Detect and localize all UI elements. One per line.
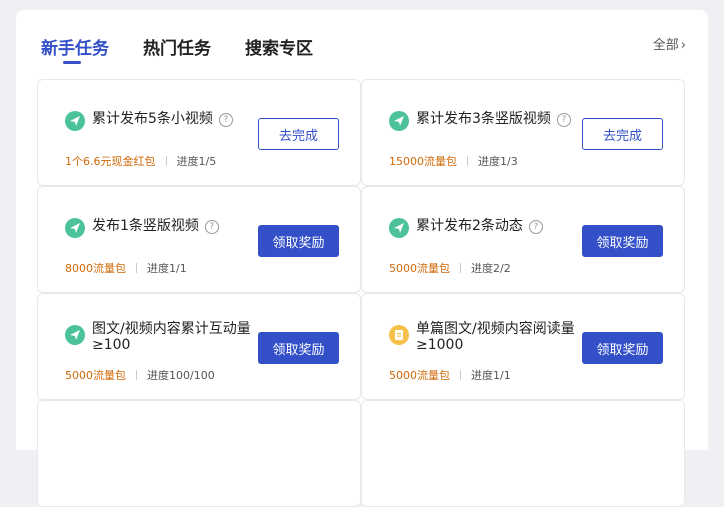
task-card: 累计发布5条小视频? 1个6.6元现金红包 进度1/5 去完成 xyxy=(37,79,361,186)
paper-plane-icon xyxy=(389,111,409,131)
task-progress: 进度1/5 xyxy=(176,155,217,168)
task-progress: 进度1/1 xyxy=(147,262,187,275)
task-panel: 新手任务 热门任务 搜索专区 全部 › 累计发布5条小视频? 1个6.6元现金红包… xyxy=(16,10,708,507)
task-card: 累计发布3条竖版视频? 15000流量包 进度1/3 去完成 xyxy=(361,79,685,186)
task-title: 累计发布5条小视频? xyxy=(92,111,262,127)
task-card: 图文/视频内容累计互动量≥100 5000流量包 进度100/100 领取奖励 xyxy=(37,293,361,400)
view-all-label: 全部 xyxy=(652,38,679,53)
task-meta: 1个6.6元现金红包 进度1/5 xyxy=(65,153,216,169)
task-card xyxy=(37,400,361,507)
claim-reward-button[interactable]: 领取奖励 xyxy=(582,332,663,364)
paper-plane-icon xyxy=(389,218,409,238)
tab-search-zone[interactable]: 搜索专区 xyxy=(245,34,313,59)
claim-reward-button[interactable]: 领取奖励 xyxy=(258,332,339,364)
task-progress: 进度2/2 xyxy=(471,262,511,275)
question-circle-icon[interactable]: ? xyxy=(556,113,571,127)
task-meta: 5000流量包 进度1/1 xyxy=(389,367,511,383)
task-reward: 5000流量包 xyxy=(389,369,450,382)
task-reward: 5000流量包 xyxy=(389,262,450,275)
task-reward: 8000流量包 xyxy=(65,262,126,275)
task-progress: 进度1/1 xyxy=(471,369,511,382)
go-complete-button[interactable]: 去完成 xyxy=(582,118,663,150)
paper-plane-icon xyxy=(65,218,85,238)
paper-plane-icon xyxy=(65,325,85,345)
task-card: 累计发布2条动态? 5000流量包 进度2/2 领取奖励 xyxy=(361,186,685,293)
task-progress: 进度100/100 xyxy=(147,369,215,382)
tab-newbie-tasks[interactable]: 新手任务 xyxy=(41,34,109,59)
task-title: 发布1条竖版视频? xyxy=(92,218,262,234)
claim-reward-button[interactable]: 领取奖励 xyxy=(258,225,339,257)
view-all-link[interactable]: 全部 › xyxy=(653,34,686,53)
task-progress: 进度1/3 xyxy=(478,155,518,168)
question-circle-icon[interactable]: ? xyxy=(218,113,233,127)
active-tab-indicator xyxy=(63,61,81,64)
task-reward: 1个6.6元现金红包 xyxy=(65,155,156,168)
divider xyxy=(467,156,468,166)
task-meta: 15000流量包 进度1/3 xyxy=(389,153,518,169)
paper-plane-icon xyxy=(65,111,85,131)
task-card: 单篇图文/视频内容阅读量≥1000 5000流量包 进度1/1 领取奖励 xyxy=(361,293,685,400)
divider xyxy=(460,370,461,380)
task-meta: 8000流量包 进度1/1 xyxy=(65,260,187,276)
tab-hot-tasks[interactable]: 热门任务 xyxy=(143,34,211,59)
divider xyxy=(460,263,461,273)
task-title: 图文/视频内容累计互动量≥100 xyxy=(92,321,251,353)
go-complete-button[interactable]: 去完成 xyxy=(258,118,339,150)
task-title: 单篇图文/视频内容阅读量≥1000 xyxy=(416,321,575,353)
task-reward: 5000流量包 xyxy=(65,369,126,382)
document-icon xyxy=(389,325,409,345)
task-meta: 5000流量包 进度2/2 xyxy=(389,260,511,276)
task-title: 累计发布3条竖版视频? xyxy=(416,111,586,127)
divider xyxy=(136,263,137,273)
task-card: 发布1条竖版视频? 8000流量包 进度1/1 领取奖励 xyxy=(37,186,361,293)
chevron-right-icon: › xyxy=(680,38,686,53)
divider xyxy=(165,156,167,166)
question-circle-icon[interactable]: ? xyxy=(528,220,543,234)
question-circle-icon[interactable]: ? xyxy=(204,220,219,234)
task-title: 累计发布2条动态? xyxy=(416,218,586,234)
task-reward: 15000流量包 xyxy=(389,155,457,168)
task-meta: 5000流量包 进度100/100 xyxy=(65,367,215,383)
task-card xyxy=(361,400,685,507)
divider xyxy=(136,370,137,380)
claim-reward-button[interactable]: 领取奖励 xyxy=(582,225,663,257)
